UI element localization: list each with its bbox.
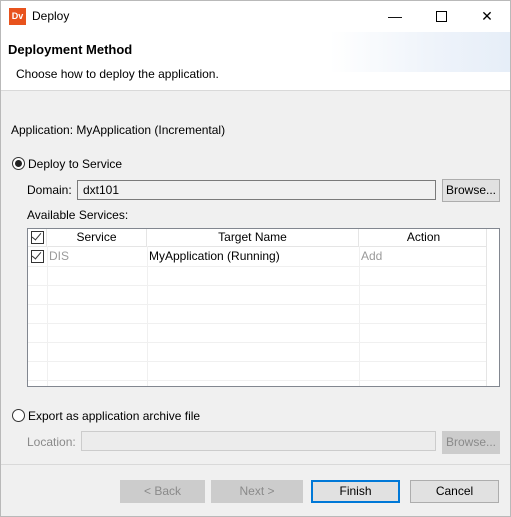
select-all-checkbox[interactable] (31, 230, 44, 244)
minimize-icon: — (388, 8, 402, 24)
location-browse-button[interactable]: Browse... (442, 431, 500, 454)
domain-browse-button[interactable]: Browse... (442, 179, 500, 202)
radio-selected-dot (15, 160, 22, 167)
maximize-button[interactable] (418, 1, 464, 32)
page-title: Deployment Method (8, 42, 133, 57)
finish-button[interactable]: Finish (311, 480, 400, 503)
column-header-action[interactable]: Action (359, 229, 489, 246)
target-name-cell: MyApplication (Running) (149, 249, 280, 263)
location-field[interactable] (81, 431, 436, 451)
minimize-button[interactable]: — (372, 1, 418, 32)
domain-label: Domain: (27, 183, 72, 197)
table-scrollbar[interactable] (486, 229, 499, 386)
window-title: Deploy (32, 9, 70, 23)
column-header-target-name[interactable]: Target Name (147, 229, 359, 246)
action-cell[interactable]: Add (361, 247, 382, 265)
domain-field[interactable]: dxt101 (77, 180, 436, 200)
table-row[interactable]: DIS MyApplication (Running) Add (28, 247, 487, 267)
deploy-to-service-label[interactable]: Deploy to Service (28, 157, 122, 171)
table-row-empty (28, 342, 487, 362)
close-icon: ✕ (481, 8, 493, 24)
table-row-empty (28, 304, 487, 324)
app-icon: Dv (9, 8, 26, 25)
location-label: Location: (27, 435, 76, 449)
deploy-to-service-radio[interactable] (12, 157, 25, 170)
select-all-header[interactable] (28, 229, 47, 246)
title-bar: Dv Deploy — ✕ (1, 1, 510, 32)
column-header-service[interactable]: Service (47, 229, 147, 246)
table-row-empty (28, 323, 487, 343)
cancel-button[interactable]: Cancel (410, 480, 499, 503)
next-button[interactable]: Next > (211, 480, 303, 503)
export-archive-radio[interactable] (12, 409, 25, 422)
close-button[interactable]: ✕ (464, 1, 510, 32)
checkmark-icon (31, 249, 42, 260)
table-row-empty (28, 285, 487, 305)
table-row-empty (28, 266, 487, 286)
application-label: Application: MyApplication (Incremental) (11, 123, 226, 137)
deploy-dialog: Dv Deploy — ✕ Deployment Method Choose h… (0, 0, 511, 517)
table-row-empty (28, 361, 487, 381)
back-button[interactable]: < Back (120, 480, 205, 503)
service-cell: DIS (49, 249, 70, 263)
available-services-label: Available Services: (27, 208, 129, 222)
header-banner: Deployment Method Choose how to deploy t… (1, 32, 510, 91)
checkmark-icon (31, 230, 42, 241)
banner-decoration (330, 32, 510, 72)
services-table: Service Target Name Action DIS MyApplica… (27, 228, 500, 387)
export-archive-label[interactable]: Export as application archive file (28, 409, 200, 423)
table-header: Service Target Name Action (28, 229, 499, 247)
maximize-icon (435, 10, 447, 22)
row-checkbox[interactable] (31, 249, 44, 263)
page-description: Choose how to deploy the application. (16, 67, 219, 81)
footer-divider (1, 464, 510, 465)
